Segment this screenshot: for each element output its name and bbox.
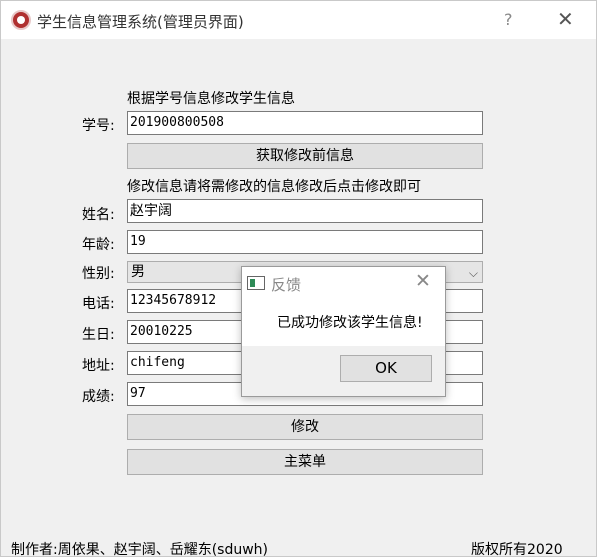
ok-button[interactable]: OK xyxy=(340,355,432,382)
address-label: 地址: xyxy=(82,358,115,374)
main-window: 学生信息管理系统(管理员界面) ? ✕ 根据学号信息修改学生信息 学号: 201… xyxy=(0,0,597,557)
modify-button[interactable]: 修改 xyxy=(127,414,483,440)
main-menu-button[interactable]: 主菜单 xyxy=(127,449,483,475)
name-input[interactable]: 赵宇阔 xyxy=(127,199,483,223)
gender-label: 性别: xyxy=(82,266,115,282)
score-label: 成绩: xyxy=(82,389,115,405)
chevron-down-icon: ⌵ xyxy=(468,266,478,280)
lookup-hint: 根据学号信息修改学生信息 xyxy=(127,91,295,107)
dialog-close-button[interactable]: ✕ xyxy=(415,270,431,292)
name-label: 姓名: xyxy=(82,207,115,223)
help-button[interactable]: ? xyxy=(504,10,513,29)
student-id-label: 学号: xyxy=(82,118,115,134)
dialog-message: 已成功修改该学生信息! xyxy=(277,315,423,331)
dialog-title: 反馈 xyxy=(271,276,302,294)
phone-label: 电话: xyxy=(82,296,115,312)
close-button[interactable]: ✕ xyxy=(557,7,574,31)
window-icon xyxy=(247,276,265,290)
gender-selected-value: 男 xyxy=(131,264,145,280)
fetch-info-button[interactable]: 获取修改前信息 xyxy=(127,143,483,169)
feedback-dialog: 反馈 ✕ 已成功修改该学生信息! OK xyxy=(241,266,446,397)
dialog-title-bar[interactable]: 反馈 ✕ xyxy=(242,267,445,299)
edit-hint: 修改信息请将需修改的信息修改后点击修改即可 xyxy=(127,179,421,195)
authors-credit: 制作者:周依果、赵宇阔、岳耀东(sduwh) xyxy=(11,542,269,557)
copyright-text: 版权所有2020 xyxy=(471,542,563,557)
title-bar[interactable]: 学生信息管理系统(管理员界面) ? ✕ xyxy=(1,1,596,39)
birthday-label: 生日: xyxy=(82,327,115,343)
student-id-input[interactable]: 201900800508 xyxy=(127,111,483,135)
age-label: 年龄: xyxy=(82,237,115,253)
dialog-body: 已成功修改该学生信息! xyxy=(242,299,445,346)
university-logo-icon xyxy=(11,10,31,30)
age-input[interactable]: 19 xyxy=(127,230,483,254)
window-title: 学生信息管理系统(管理员界面) xyxy=(37,13,244,31)
